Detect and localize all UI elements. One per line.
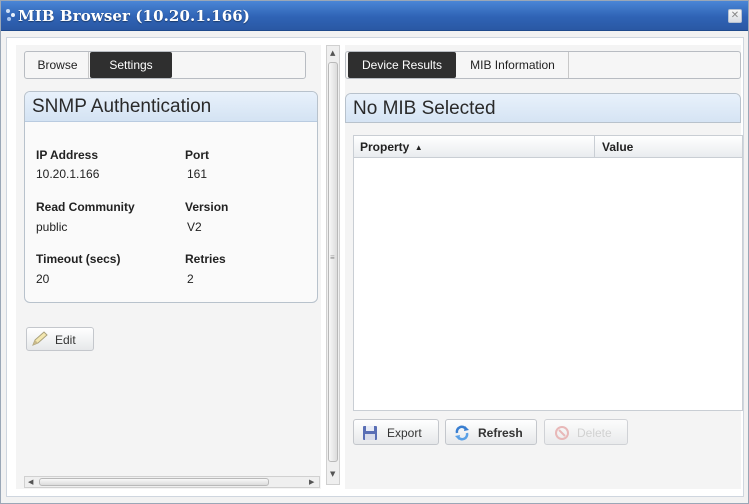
delete-icon xyxy=(555,426,569,440)
edit-button[interactable]: Edit xyxy=(26,327,94,351)
left-tab-bar: Browse Settings xyxy=(24,51,306,79)
snmp-authentication-panel: SNMP Authentication IP Address 10.20.1.1… xyxy=(24,91,318,303)
version-label: Version xyxy=(185,200,229,214)
refresh-icon xyxy=(455,425,469,441)
port-value: 161 xyxy=(187,167,208,181)
thumb-grip-icon: ≡ xyxy=(330,253,335,262)
tab-browse[interactable]: Browse xyxy=(27,52,89,78)
snmp-panel-title: SNMP Authentication xyxy=(32,96,212,117)
window-title: MIB Browser (10.20.1.166) xyxy=(18,7,250,25)
mib-browser-window: MIB Browser (10.20.1.166) ✕ Browse Setti… xyxy=(0,0,749,504)
ip-address-label: IP Address xyxy=(36,148,99,162)
version-value: V2 xyxy=(187,220,202,234)
scroll-right-arrow-icon[interactable]: ▶ xyxy=(309,478,314,486)
snmp-panel-header: SNMP Authentication xyxy=(25,92,317,122)
left-pane: Browse Settings SNMP Authentication IP A… xyxy=(16,45,321,489)
mib-panel-header-box: No MIB Selected xyxy=(345,93,741,123)
column-divider[interactable] xyxy=(594,136,595,158)
timeout-label: Timeout (secs) xyxy=(36,252,121,266)
sort-ascending-icon: ▲ xyxy=(414,143,423,152)
floppy-disk-icon xyxy=(363,426,377,440)
tab-settings[interactable]: Settings xyxy=(90,52,172,78)
refresh-button-label: Refresh xyxy=(478,426,523,440)
refresh-button[interactable]: Refresh xyxy=(445,419,537,445)
pencil-icon xyxy=(32,331,48,346)
scroll-up-arrow-icon[interactable]: ▲ xyxy=(330,49,335,57)
mib-panel-title: No MIB Selected xyxy=(353,98,496,119)
export-button[interactable]: Export xyxy=(353,419,439,445)
left-pane-horizontal-scrollbar[interactable]: ◀ ▶ xyxy=(24,476,320,488)
delete-button[interactable]: Delete xyxy=(544,419,628,445)
port-label: Port xyxy=(185,148,209,162)
tab-device-results[interactable]: Device Results xyxy=(348,52,456,78)
column-header-value[interactable]: Value xyxy=(602,140,633,154)
read-community-value: public xyxy=(36,220,68,234)
vertical-scroll-thumb[interactable]: ≡ xyxy=(328,62,338,462)
read-community-label: Read Community xyxy=(36,200,135,214)
column-property-label: Property xyxy=(360,140,410,154)
retries-value: 2 xyxy=(187,272,194,286)
horizontal-scroll-thumb[interactable] xyxy=(39,478,269,486)
delete-button-label: Delete xyxy=(577,426,612,440)
retries-label: Retries xyxy=(185,252,226,266)
left-pane-vertical-scrollbar[interactable]: ▲ ≡ ▼ xyxy=(326,45,340,485)
edit-button-label: Edit xyxy=(55,333,76,347)
right-tab-bar: Device Results MIB Information xyxy=(345,51,741,79)
title-bar[interactable]: MIB Browser (10.20.1.166) ✕ xyxy=(1,1,748,31)
ip-address-value: 10.20.1.166 xyxy=(36,167,100,181)
table-header: Property ▲ Value xyxy=(354,136,742,158)
column-header-property[interactable]: Property ▲ xyxy=(360,140,423,154)
mib-panel-header: No MIB Selected xyxy=(346,94,740,122)
scroll-left-arrow-icon[interactable]: ◀ xyxy=(28,478,33,486)
close-icon[interactable]: ✕ xyxy=(728,9,742,23)
tab-mib-information[interactable]: MIB Information xyxy=(457,52,569,78)
scroll-down-arrow-icon[interactable]: ▼ xyxy=(330,470,335,478)
app-icon xyxy=(6,9,15,21)
timeout-value: 20 xyxy=(36,272,50,286)
device-results-table[interactable]: Property ▲ Value xyxy=(353,135,743,411)
export-button-label: Export xyxy=(387,426,422,440)
